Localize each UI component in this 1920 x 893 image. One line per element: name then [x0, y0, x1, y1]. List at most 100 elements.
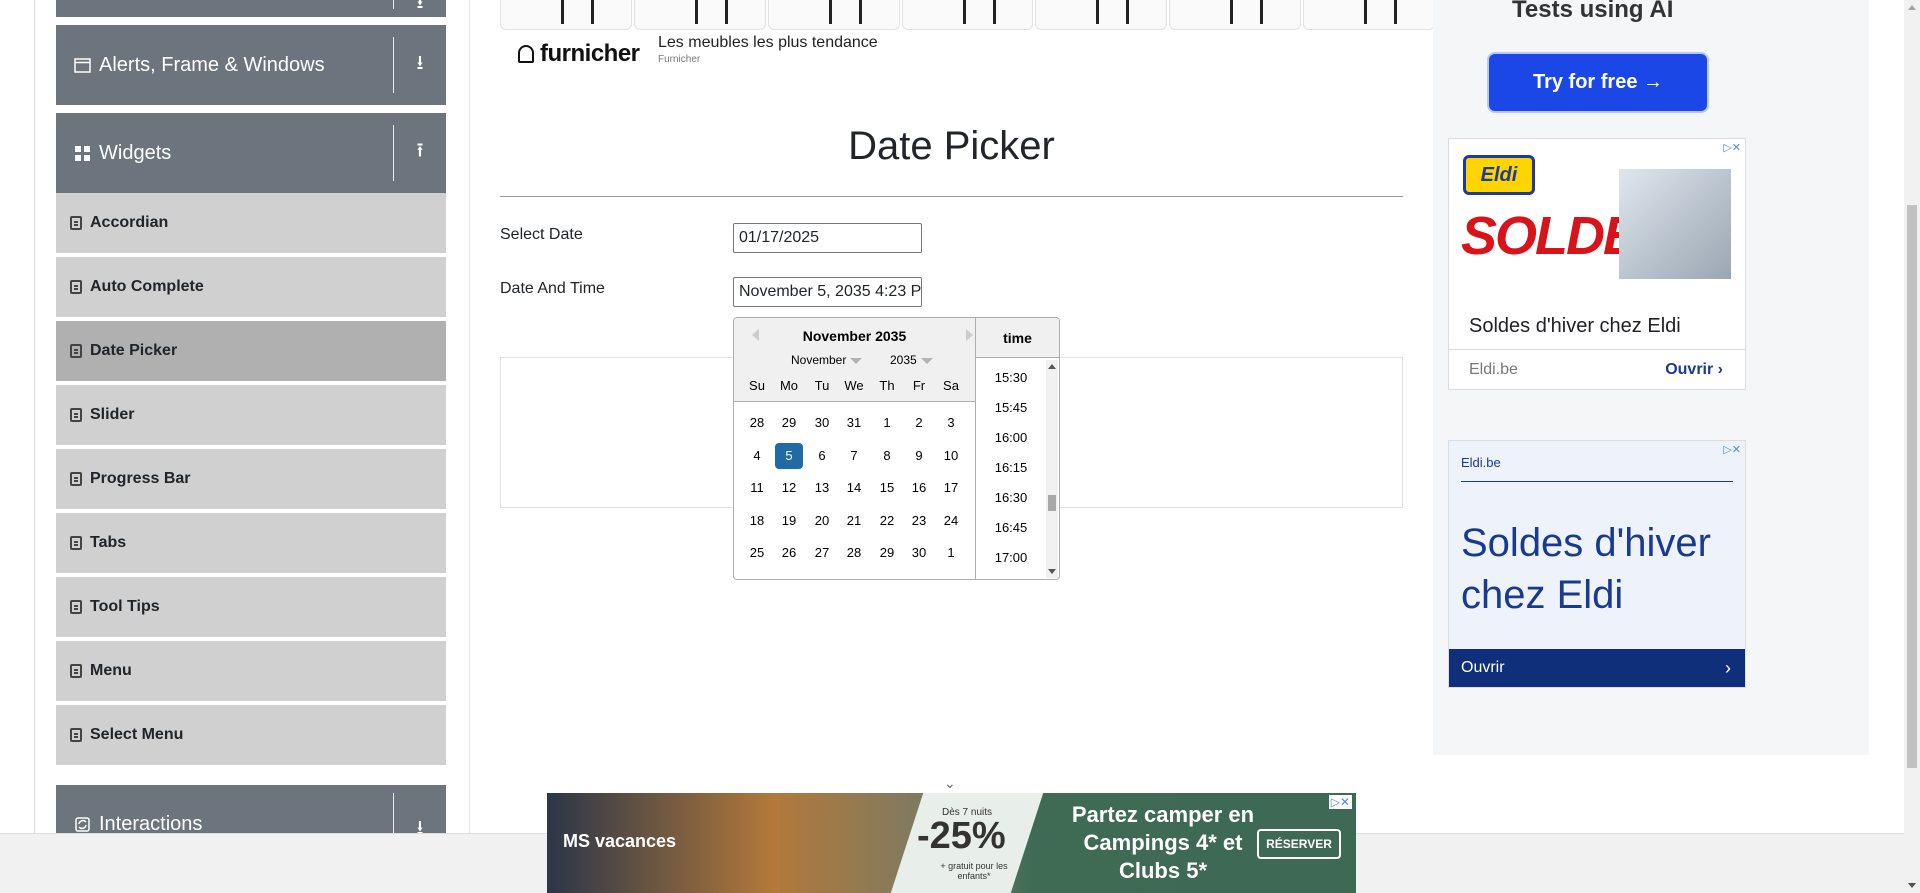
time-option[interactable]: 16:30 [976, 490, 1046, 505]
page-scrollbar[interactable] [1904, 0, 1920, 893]
collapse-ad-chevron-icon[interactable]: ⌄ [944, 775, 956, 792]
calendar-day[interactable]: 29 [873, 540, 901, 566]
eldi-ad-image[interactable]: Eldi SOLDES! ▷✕ [1449, 139, 1745, 295]
calendar-day[interactable]: 20 [808, 508, 836, 534]
ad-choices-icon[interactable]: ▷✕ [1723, 141, 1741, 154]
calendar-day[interactable]: 28 [743, 410, 771, 436]
ad-thumbnail[interactable] [1169, 0, 1302, 30]
calendar-day[interactable]: 8 [873, 443, 901, 469]
sidebar-item-tabs[interactable]: Tabs [56, 513, 446, 575]
html5-icon [70, 344, 82, 358]
calendar-day[interactable]: 18 [743, 508, 771, 534]
calendar-day[interactable]: 22 [873, 508, 901, 534]
time-option[interactable]: 16:00 [976, 430, 1046, 445]
ad-thumbnail[interactable] [500, 0, 632, 30]
calendar-day[interactable]: 15 [873, 475, 901, 501]
time-option[interactable]: 16:15 [976, 460, 1046, 475]
sidebar-item-auto-complete[interactable]: Auto Complete [56, 257, 446, 319]
upload-arrow-icon[interactable]: ⭱ [394, 136, 446, 170]
sidebar-item-select-menu[interactable]: Select Menu [56, 705, 446, 767]
calendar-day[interactable]: 12 [775, 475, 803, 501]
select-date-input[interactable]: 01/17/2025 [733, 223, 922, 253]
calendar-day[interactable]: 10 [937, 443, 965, 469]
sidebar-item-accordian[interactable]: Accordian [56, 193, 446, 255]
datetime-picker-popup: November 2035 November 2035 Su Mo Tu We … [733, 317, 1060, 580]
ad-tagline[interactable]: Les meubles les plus tendance [658, 34, 878, 52]
reserve-button[interactable]: RÉSERVER [1257, 829, 1341, 859]
calendar-day[interactable]: 7 [840, 443, 868, 469]
scroll-down-icon[interactable] [1048, 569, 1056, 574]
ad-thumbnail[interactable] [633, 0, 766, 30]
calendar-day[interactable]: 1 [937, 540, 965, 566]
time-option[interactable]: 15:30 [976, 370, 1046, 385]
calendar-day[interactable]: 30 [808, 410, 836, 436]
calendar-day[interactable]: 16 [905, 475, 933, 501]
calendar-day[interactable]: 24 [937, 508, 965, 534]
sidebar-item-date-picker[interactable]: Date Picker [56, 321, 446, 383]
sidebar-group-title: Alerts, Frame & Windows [56, 54, 393, 77]
weekday-header: Fr [912, 378, 926, 393]
date-time-input[interactable]: November 5, 2035 4:23 PM [733, 277, 922, 307]
sidebar-group-previous[interactable]: ⭳ [56, 0, 446, 17]
content-divider [469, 0, 470, 833]
next-month-icon[interactable] [966, 329, 973, 341]
year-dropdown[interactable]: 2035 [890, 353, 933, 367]
sidebar-item-progress-bar[interactable]: Progress Bar [56, 449, 446, 511]
sidebar-group-alerts[interactable]: Alerts, Frame & Windows ⭳ [56, 25, 446, 105]
sidebar-item-label: Progress Bar [90, 470, 191, 487]
scrollbar-thumb[interactable] [1907, 205, 1917, 768]
calendar-day[interactable]: 6 [808, 443, 836, 469]
scroll-down-icon[interactable] [1908, 883, 1916, 888]
chevron-right-icon: › [1725, 658, 1731, 678]
calendar-day[interactable]: 5 [775, 443, 803, 469]
calendar-day[interactable]: 31 [840, 410, 868, 436]
scroll-up-icon[interactable] [1908, 5, 1916, 10]
ad-thumbnail[interactable] [1303, 0, 1435, 30]
ad-close-icon[interactable]: ▷✕ [1328, 795, 1352, 809]
month-dropdown[interactable]: November [791, 353, 863, 367]
time-option[interactable]: 15:45 [976, 400, 1046, 415]
calendar-day[interactable]: 9 [905, 443, 933, 469]
ad-thumbnail[interactable] [901, 0, 1034, 30]
download-arrow-icon[interactable]: ⭳ [394, 48, 446, 82]
calendar-day[interactable]: 26 [775, 540, 803, 566]
furniture-ad[interactable]: furnicher Les meubles les plus tendance … [500, 0, 1435, 72]
calendar-day[interactable]: 19 [775, 508, 803, 534]
calendar-day[interactable]: 25 [743, 540, 771, 566]
eldi-ad-title[interactable]: Soldes d'hiver chez Eldi [1469, 315, 1681, 338]
calendar-day[interactable]: 23 [905, 508, 933, 534]
calendar-day[interactable]: 3 [937, 410, 965, 436]
calendar-day[interactable]: 2 [905, 410, 933, 436]
eldi-ad-card-2[interactable]: ▷✕ Eldi.be Soldes d'hiver chez Eldi Ouvr… [1448, 440, 1746, 688]
ad-choices-icon[interactable]: ▷✕ [1723, 443, 1741, 456]
time-list-scrollbar[interactable] [1046, 360, 1058, 578]
calendar-day[interactable]: 28 [840, 540, 868, 566]
time-option[interactable]: 17:00 [976, 550, 1046, 565]
try-for-free-button[interactable]: Try for free → [1489, 54, 1707, 111]
calendar-day[interactable]: 14 [840, 475, 868, 501]
calendar-day[interactable]: 4 [743, 443, 771, 469]
chevron-down-icon[interactable]: ⭳ [394, 0, 446, 21]
ad-thumbnail[interactable] [767, 0, 900, 30]
scrollbar-thumb[interactable] [1048, 495, 1056, 511]
sidebar-item-slider[interactable]: Slider [56, 385, 446, 447]
eldi-ad-open-link[interactable]: Ouvrir › [1665, 361, 1723, 379]
sidebar-group-widgets[interactable]: Widgets ⭱ [56, 113, 446, 193]
sidebar-item-menu[interactable]: Menu [56, 641, 446, 703]
calendar-day[interactable]: 27 [808, 540, 836, 566]
calendar-day[interactable]: 13 [808, 475, 836, 501]
calendar-day[interactable]: 29 [775, 410, 803, 436]
eldi2-open-button[interactable]: Ouvrir › [1449, 649, 1745, 687]
scroll-up-icon[interactable] [1048, 364, 1056, 369]
ad-thumbnail[interactable] [1035, 0, 1168, 30]
sidebar-item-tool-tips[interactable]: Tool Tips [56, 577, 446, 639]
calendar-day[interactable]: 17 [937, 475, 965, 501]
calendar-day[interactable]: 11 [743, 475, 771, 501]
time-option[interactable]: 16:45 [976, 520, 1046, 535]
eldi2-headline[interactable]: Soldes d'hiver chez Eldi [1461, 517, 1741, 621]
eldi-ad-card[interactable]: Eldi SOLDES! ▷✕ Soldes d'hiver chez Eldi… [1448, 138, 1746, 390]
calendar-day[interactable]: 30 [905, 540, 933, 566]
calendar-day[interactable]: 21 [840, 508, 868, 534]
calendar-day[interactable]: 1 [873, 410, 901, 436]
camping-banner-ad[interactable]: MS vacances Dès 7 nuits -25% + gratuit p… [547, 793, 1356, 893]
